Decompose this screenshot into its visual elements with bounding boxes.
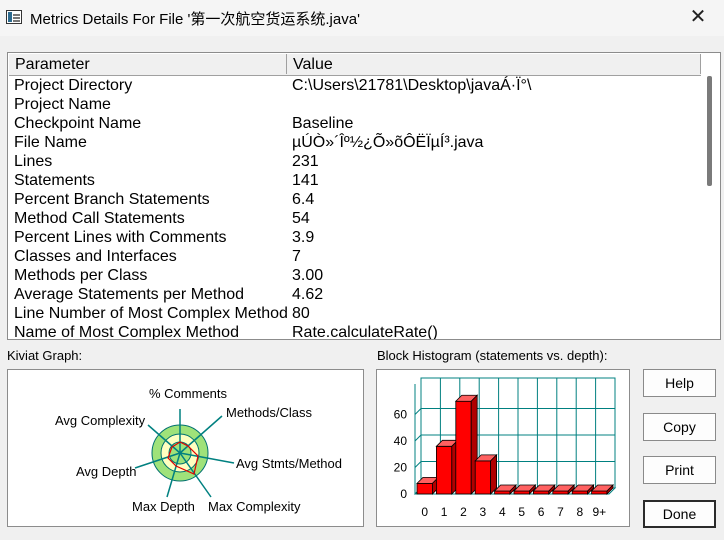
table-row[interactable]: Classes and Interfaces 7	[9, 247, 701, 266]
axis-label-methods-class: Methods/Class	[226, 405, 312, 420]
block-histogram: 02040600 1 2 3 4 5 6 7 8 9+	[394, 377, 617, 519]
histogram-panel: 0 20 40 60 0 1 2 3 4 5 6 7 8 9+	[376, 369, 630, 527]
metrics-table[interactable]: Parameter Value Project Directory C:\User…	[7, 52, 721, 340]
x-tick-label: 9+	[592, 505, 606, 519]
table-icon	[6, 10, 22, 24]
parameter-cell: File Name	[14, 134, 87, 151]
histogram-bar	[455, 400, 472, 495]
x-tick-label: 3	[480, 505, 487, 519]
x-tick-label: 6	[538, 505, 545, 519]
axis-label-max-depth: Max Depth	[132, 499, 195, 514]
histogram-bar	[552, 490, 569, 495]
value-cell: 80	[292, 305, 310, 322]
parameter-cell: Line Number of Most Complex Method	[14, 305, 288, 322]
table-row[interactable]: Project Name	[9, 95, 701, 114]
parameter-cell: Checkpoint Name	[14, 115, 142, 132]
y-tick-label: 40	[394, 434, 408, 448]
histogram-bar	[571, 490, 588, 495]
table-row[interactable]: Statements 141	[9, 171, 701, 190]
histogram-gridline-side	[414, 408, 422, 415]
x-tick-label: 2	[460, 505, 467, 519]
value-cell: 3.9	[292, 229, 315, 246]
histogram-bar	[532, 490, 550, 495]
value-cell: 54	[292, 210, 310, 227]
value-cell: 4.62	[292, 286, 324, 303]
table-row[interactable]: Average Statements per Method 4.62	[9, 285, 701, 304]
title-bar: Metrics Details For File '第一次航空货运系统.java…	[0, 0, 724, 36]
histogram-bar	[513, 490, 530, 495]
table-row[interactable]: Line Number of Most Complex Method 80	[9, 304, 701, 323]
x-tick-label: 7	[557, 505, 564, 519]
kiviat-graph-panel: % Comments Methods/Class Avg Stmts/Metho…	[7, 369, 364, 527]
x-tick-label: 1	[441, 505, 448, 519]
table-row[interactable]: Project Directory C:\Users\21781\Desktop\…	[9, 76, 701, 95]
done-button[interactable]: Done	[643, 500, 716, 528]
axis-label-avg-complexity: Avg Complexity	[55, 413, 146, 428]
column-header-parameter[interactable]: Parameter	[9, 54, 287, 74]
vertical-scrollbar[interactable]	[701, 54, 719, 339]
table-row[interactable]: Lines 231	[9, 152, 701, 171]
axis-label-avg-depth: Avg Depth	[76, 464, 136, 479]
histogram-bar	[591, 490, 608, 495]
parameter-cell: Lines	[14, 153, 53, 170]
window-title: Metrics Details For File '第一次航空货运系统.java…	[30, 11, 360, 28]
value-cell: 3.00	[292, 267, 324, 284]
x-tick-label: 5	[518, 505, 525, 519]
parameter-cell: Average Statements per Method	[14, 286, 245, 303]
parameter-cell: Methods per Class	[14, 267, 148, 284]
value-cell: 141	[292, 172, 319, 189]
print-button[interactable]: Print	[643, 456, 716, 484]
table-body: Project Directory C:\Users\21781\Desktop\…	[9, 76, 701, 340]
table-header: Parameter Value	[9, 54, 701, 76]
table-row[interactable]: Methods per Class 3.00	[9, 266, 701, 285]
scrollbar-thumb[interactable]	[707, 76, 712, 186]
axis-label-max-complexity: Max Complexity	[208, 499, 301, 514]
table-row[interactable]: Percent Lines with Comments 3.9	[9, 228, 701, 247]
histogram-label: Block Histogram (statements vs. depth):	[377, 348, 608, 363]
kiviat-graph-label: Kiviat Graph:	[7, 348, 83, 363]
parameter-cell: Name of Most Complex Method	[14, 324, 239, 340]
histogram-bar	[474, 460, 491, 495]
parameter-cell: Percent Branch Statements	[14, 191, 210, 208]
table-row[interactable]: Checkpoint Name Baseline	[9, 114, 701, 133]
x-tick-label: 8	[577, 505, 584, 519]
value-cell: 7	[292, 248, 301, 265]
axis-label-comments: % Comments	[149, 386, 228, 401]
axis-label-avg-stmts: Avg Stmts/Method	[236, 456, 342, 471]
x-tick-label: 0	[421, 505, 428, 519]
table-row[interactable]: File Name µÚÒ»´Îº½¿Õ»õÔËÏµÍ³.java	[9, 133, 701, 152]
histogram-bar-side	[490, 453, 497, 495]
value-cell: µÚÒ»´Îº½¿Õ»õÔËÏµÍ³.java	[292, 134, 484, 151]
parameter-cell: Classes and Interfaces	[14, 248, 177, 265]
histogram-bar	[416, 483, 433, 495]
histogram-bar	[436, 445, 453, 495]
parameter-cell: Method Call Statements	[14, 210, 185, 227]
x-tick-label: 4	[499, 505, 506, 519]
parameter-cell: Statements	[14, 172, 95, 189]
table-row[interactable]: Percent Branch Statements 6.4	[9, 190, 701, 209]
histogram-gridline-side	[414, 461, 422, 468]
value-cell: 6.4	[292, 191, 315, 208]
table-row[interactable]: Method Call Statements 54	[9, 209, 701, 228]
y-tick-label: 20	[394, 461, 408, 475]
help-button[interactable]: Help	[643, 369, 716, 397]
histogram-gridline-side	[414, 434, 422, 442]
parameter-cell: Project Directory	[14, 77, 133, 94]
copy-button[interactable]: Copy	[643, 413, 716, 441]
value-cell: 231	[292, 153, 319, 170]
parameter-cell: Percent Lines with Comments	[14, 229, 227, 246]
kiviat-graph: % Comments Methods/Class Avg Stmts/Metho…	[55, 386, 342, 514]
parameter-cell: Project Name	[14, 96, 111, 113]
column-header-value[interactable]: Value	[287, 54, 701, 74]
close-button[interactable]: ✕	[683, 4, 713, 30]
value-cell: C:\Users\21781\Desktop\javaÁ·Ï°\	[292, 77, 532, 94]
table-row[interactable]: Name of Most Complex Method Rate.calculat…	[9, 323, 701, 340]
y-tick-label: 0	[400, 487, 407, 501]
histogram-bar	[494, 490, 511, 495]
value-cell: Baseline	[292, 115, 354, 132]
value-cell: Rate.calculateRate()	[292, 324, 438, 340]
y-tick-label: 60	[394, 408, 408, 422]
